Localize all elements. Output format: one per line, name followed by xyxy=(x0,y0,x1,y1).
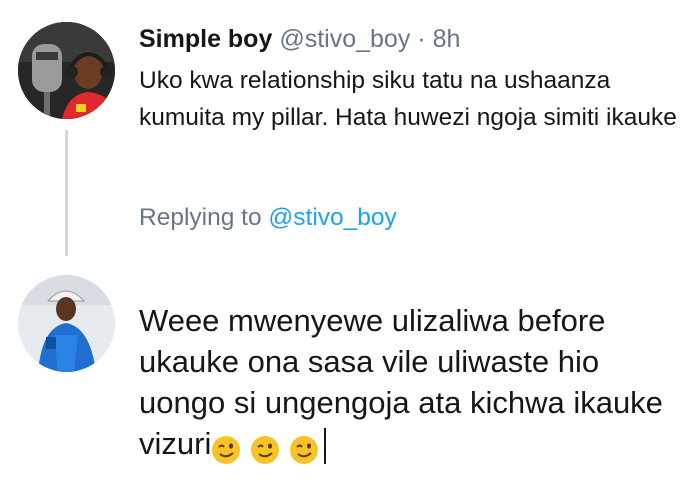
author-name[interactable]: Simple boy xyxy=(139,25,272,53)
author-avatar[interactable] xyxy=(18,22,115,119)
user-avatar-icon xyxy=(18,275,115,372)
tweet-text: Uko kwa relationship siku tatu na ushaan… xyxy=(139,67,677,131)
text-cursor xyxy=(324,427,327,464)
emoji-group xyxy=(211,427,328,468)
reply-compose-textarea[interactable]: Weee mwenyewe ulizaliwa before ukauke on… xyxy=(139,300,684,468)
winking-face-emoji-icon xyxy=(251,435,280,464)
winking-face-emoji-icon xyxy=(212,435,241,464)
thread-connector-line xyxy=(65,130,68,256)
replying-to-label: Replying to xyxy=(139,204,262,231)
meta-separator: · xyxy=(417,25,426,53)
replying-to-line: Replying to @stivo_boy xyxy=(139,203,397,233)
replying-to-handle-link[interactable]: @stivo_boy xyxy=(268,204,396,231)
tweet-header: Simple boy @stivo_boy · 8h xyxy=(139,24,460,54)
current-user-avatar[interactable] xyxy=(18,275,115,372)
user-avatar-icon xyxy=(18,22,115,119)
author-handle[interactable]: @stivo_boy xyxy=(279,25,410,53)
tweet-timestamp[interactable]: 8h xyxy=(433,25,461,53)
winking-face-emoji-icon xyxy=(290,435,319,464)
